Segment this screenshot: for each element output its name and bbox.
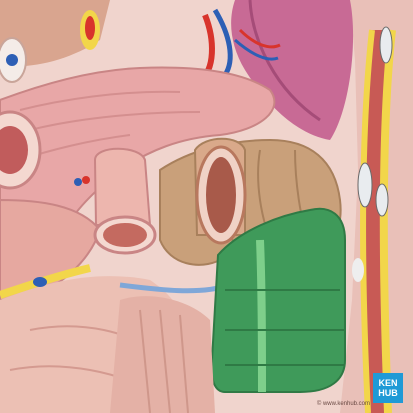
- rib-section-lower: [352, 258, 364, 282]
- logo-line-2: HUB: [378, 388, 398, 398]
- vessel-lower-blue: [33, 277, 47, 287]
- logo-line-1: KEN: [378, 378, 398, 388]
- anatomy-illustration: KEN HUB © www.kenhub.com: [0, 0, 413, 413]
- taenia-coli: [256, 239, 266, 393]
- vessel-small-red: [82, 176, 90, 184]
- psoas-muscle: [110, 296, 215, 413]
- rib-section-middle: [357, 162, 373, 208]
- vessel-section-blue: [6, 54, 18, 66]
- vessel-section-red: [85, 16, 95, 40]
- vessel-small-blue: [74, 178, 82, 186]
- jejunum-tube: [93, 147, 152, 226]
- colon-lumen: [206, 157, 236, 233]
- rib-section-top: [379, 26, 393, 64]
- kenhub-logo: KEN HUB: [373, 373, 403, 403]
- jejunum-lumen: [103, 223, 147, 247]
- credit-text: © www.kenhub.com: [316, 401, 370, 407]
- rib-section-small: [375, 183, 389, 217]
- anatomy-drawing: [0, 0, 413, 413]
